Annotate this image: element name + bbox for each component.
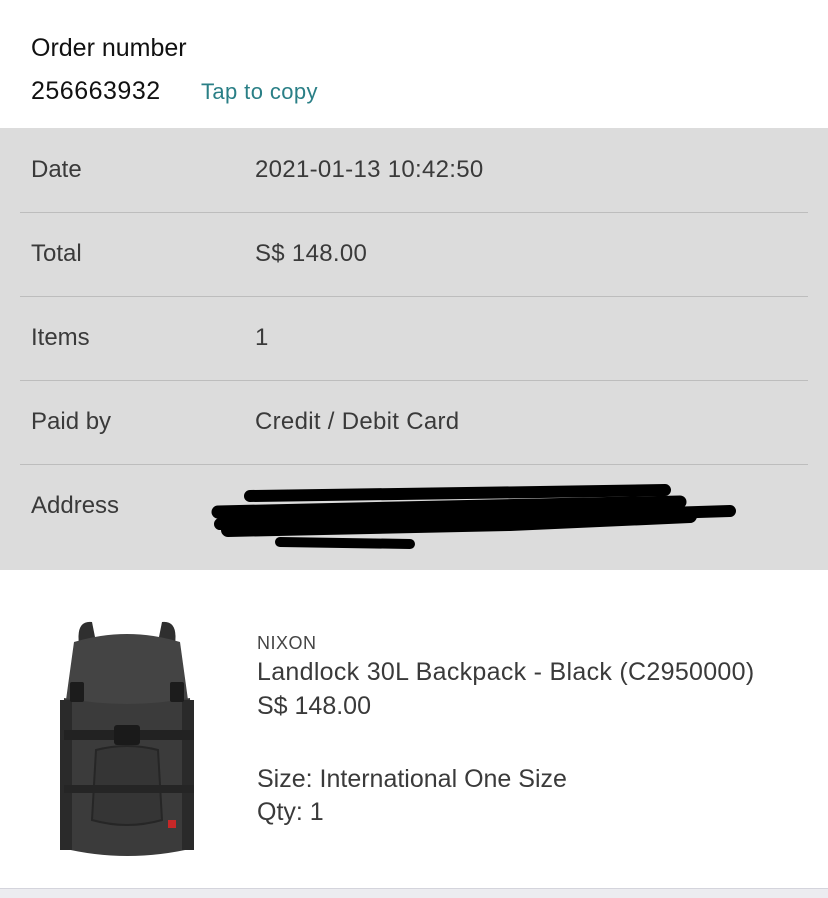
detail-row-items: Items 1	[20, 296, 808, 381]
product-qty: Qty: 1	[257, 798, 324, 826]
backpack-image	[60, 621, 194, 856]
product-price: S$ 148.00	[257, 692, 371, 720]
order-number-label: Order number	[31, 34, 187, 62]
address-redaction-scribble	[211, 484, 736, 549]
order-header: Order number 256663932 Tap to copy	[0, 0, 828, 128]
product-brand: NIXON	[257, 633, 317, 653]
detail-value: S$ 148.00	[255, 240, 368, 267]
detail-key: Date	[31, 156, 82, 183]
tap-to-copy-link[interactable]: Tap to copy	[201, 79, 318, 105]
detail-row-paid-by: Paid by Credit / Debit Card	[20, 380, 808, 465]
detail-value: Credit / Debit Card	[255, 408, 460, 435]
detail-key: Address	[31, 492, 120, 519]
detail-row-total: Total S$ 148.00	[20, 212, 808, 297]
detail-value: 1	[255, 324, 269, 351]
order-item[interactable]: NIXON Landlock 30L Backpack - Black (C29…	[0, 570, 828, 888]
product-size: Size: International One Size	[257, 765, 567, 793]
detail-key: Items	[31, 324, 90, 351]
order-number-value: 256663932	[31, 77, 161, 105]
product-name[interactable]: Landlock 30L Backpack - Black (C2950000)	[257, 658, 754, 687]
detail-key: Total	[31, 240, 82, 267]
detail-key: Paid by	[31, 408, 112, 435]
detail-row-date: Date 2021-01-13 10:42:50	[20, 128, 808, 213]
detail-value: 2021-01-13 10:42:50	[255, 156, 484, 183]
